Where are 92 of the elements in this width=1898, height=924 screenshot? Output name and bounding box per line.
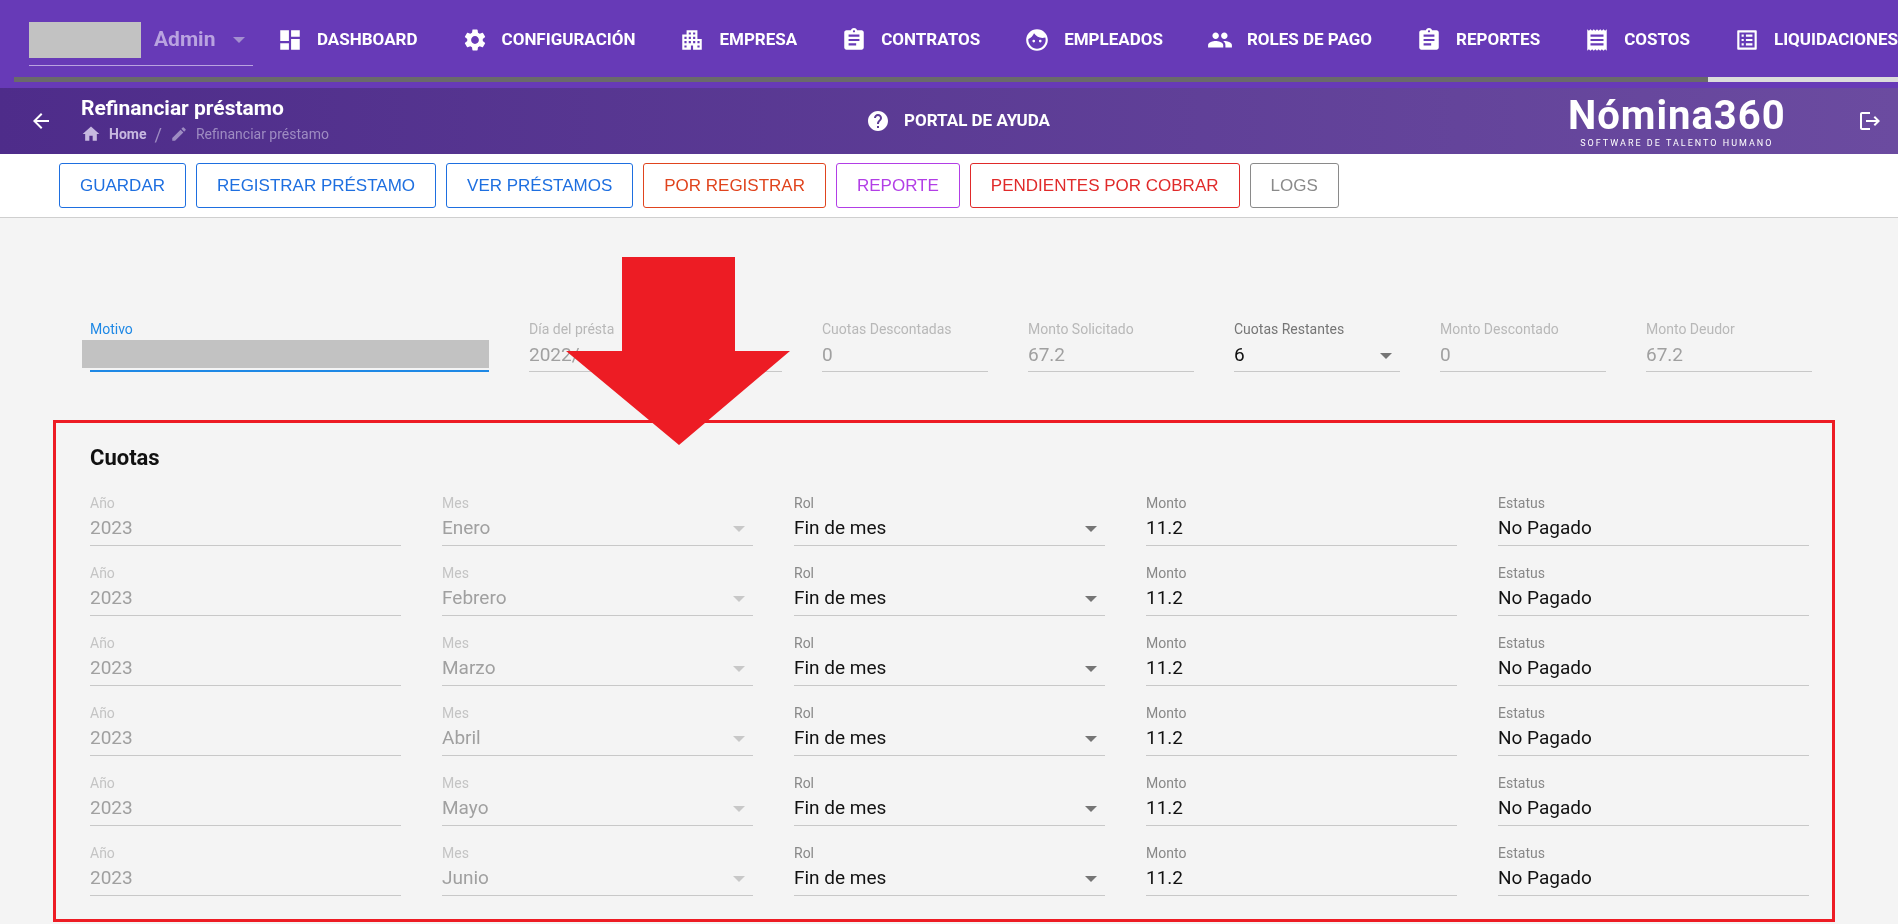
select-field[interactable]: 6 bbox=[1234, 340, 1400, 372]
input-field[interactable]: 11.2 bbox=[1146, 512, 1457, 546]
caret-icon bbox=[1085, 875, 1097, 882]
logout-icon[interactable] bbox=[1858, 109, 1882, 133]
caret-icon bbox=[1085, 595, 1097, 602]
nav-link[interactable]: LIQUIDACIONES bbox=[1733, 27, 1898, 53]
input-field[interactable]: No Pagado bbox=[1498, 582, 1809, 616]
caret-icon bbox=[1085, 805, 1097, 812]
nav-link[interactable]: COSTOS bbox=[1584, 27, 1690, 53]
input-field[interactable]: 11.2 bbox=[1146, 792, 1457, 826]
caret-icon bbox=[733, 805, 745, 812]
nav-link[interactable]: DASHBOARD bbox=[277, 27, 418, 53]
field-label: Monto Descontado bbox=[1440, 320, 1560, 338]
field-label: Estatus bbox=[1498, 564, 1546, 582]
caret-icon bbox=[733, 595, 745, 602]
action-button[interactable]: VER PRÉSTAMOS bbox=[446, 163, 634, 208]
field-label: Cuotas Restantes bbox=[1234, 320, 1346, 338]
field-label: Monto bbox=[1146, 704, 1188, 722]
field-label: Monto Deudor bbox=[1646, 320, 1736, 338]
nav-link[interactable]: ROLES DE PAGO bbox=[1206, 27, 1373, 53]
caret-icon bbox=[733, 525, 745, 532]
field-label: Estatus bbox=[1498, 634, 1546, 652]
breadcrumb-separator: / bbox=[154, 122, 162, 147]
field-value: 67.2 bbox=[1028, 342, 1066, 369]
page-title: Refinanciar préstamo bbox=[81, 94, 285, 121]
field-label: Monto bbox=[1146, 634, 1188, 652]
field-label: Rol bbox=[794, 844, 815, 862]
input-field[interactable]: 11.2 bbox=[1146, 862, 1457, 896]
logo: Nómina360 bbox=[1568, 94, 1786, 138]
input-field[interactable]: No Pagado bbox=[1498, 512, 1809, 546]
field-label: Estatus bbox=[1498, 844, 1546, 862]
help-icon bbox=[866, 108, 890, 133]
field-label: Cuotas Descontadas bbox=[822, 320, 953, 338]
caret-icon bbox=[1085, 665, 1097, 672]
breadcrumb-link[interactable]: Home bbox=[109, 123, 147, 145]
select-field[interactable]: Fin de mes bbox=[794, 862, 1105, 896]
field-label: Rol bbox=[794, 564, 815, 582]
input-field[interactable]: No Pagado bbox=[1498, 652, 1809, 686]
action-button[interactable]: GUARDAR bbox=[59, 163, 186, 208]
action-button[interactable]: REPORTE bbox=[835, 163, 960, 208]
section-title: Cuotas bbox=[90, 444, 161, 472]
pencil-icon bbox=[169, 125, 188, 143]
select-field[interactable]: Fin de mes bbox=[794, 792, 1105, 826]
action-button[interactable]: REGISTRAR PRÉSTAMO bbox=[196, 163, 437, 208]
input-field[interactable]: No Pagado bbox=[1498, 862, 1809, 896]
scrollbar[interactable] bbox=[14, 77, 1898, 82]
select-field[interactable]: Fin de mes bbox=[794, 582, 1105, 616]
select-field[interactable]: Fin de mes bbox=[794, 652, 1105, 686]
field-label: Estatus bbox=[1498, 494, 1546, 512]
caret-icon bbox=[233, 36, 245, 43]
nav-link[interactable]: REPORTES bbox=[1416, 27, 1541, 53]
action-button[interactable]: PENDIENTES POR COBRAR bbox=[969, 163, 1240, 208]
field-label: Rol bbox=[794, 634, 815, 652]
caret-icon bbox=[733, 665, 745, 672]
nav-link[interactable]: EMPLEADOS bbox=[1024, 27, 1163, 53]
caret-icon bbox=[1380, 352, 1392, 359]
caret-icon bbox=[733, 735, 745, 742]
input-field[interactable]: 11.2 bbox=[1146, 652, 1457, 686]
caret-icon bbox=[733, 875, 745, 882]
logo-tagline: SOFTWARE DE TALENTO HUMANO bbox=[1580, 138, 1774, 148]
breadcrumb-current: Refinanciar préstamo bbox=[195, 124, 329, 144]
field-label: Monto bbox=[1146, 774, 1188, 792]
field-label: Estatus bbox=[1498, 704, 1546, 722]
field-value: 0 bbox=[822, 342, 833, 369]
help-link[interactable]: PORTAL DE AYUDA bbox=[866, 108, 1050, 134]
dashboard-icon bbox=[277, 27, 303, 53]
field-label: Motivo bbox=[90, 320, 134, 338]
field-label: Monto bbox=[1146, 564, 1188, 582]
input-field[interactable]: 11.2 bbox=[1146, 582, 1457, 616]
action-button[interactable]: POR REGISTRAR bbox=[643, 163, 826, 208]
field-label: Día del présta bbox=[529, 320, 616, 338]
face-icon bbox=[1024, 27, 1051, 53]
field-label: Rol bbox=[794, 704, 815, 722]
field-label: Rol bbox=[794, 774, 815, 792]
caret-icon bbox=[1085, 525, 1097, 532]
input-field[interactable]: No Pagado bbox=[1498, 792, 1809, 826]
field-label: Estatus bbox=[1498, 774, 1546, 792]
field-value: 0 bbox=[1440, 342, 1451, 369]
field-label: Rol bbox=[794, 494, 815, 512]
nav-link[interactable]: CONFIGURACIÓN bbox=[461, 27, 636, 53]
nav-link[interactable]: CONTRATOS bbox=[841, 27, 981, 53]
caret-icon bbox=[1085, 735, 1097, 742]
field-label: Monto bbox=[1146, 844, 1188, 862]
select-field[interactable]: Fin de mes bbox=[794, 512, 1105, 546]
select-field[interactable]: Fin de mes bbox=[794, 722, 1105, 756]
nav-link[interactable]: EMPRESA bbox=[679, 27, 798, 53]
field-value: 67.2 bbox=[1646, 342, 1684, 369]
field-label: Monto Solicitado bbox=[1028, 320, 1135, 338]
input-field[interactable]: 11.2 bbox=[1146, 722, 1457, 756]
input-field[interactable]: No Pagado bbox=[1498, 722, 1809, 756]
home-icon bbox=[81, 124, 101, 144]
field-label: Monto bbox=[1146, 494, 1188, 512]
